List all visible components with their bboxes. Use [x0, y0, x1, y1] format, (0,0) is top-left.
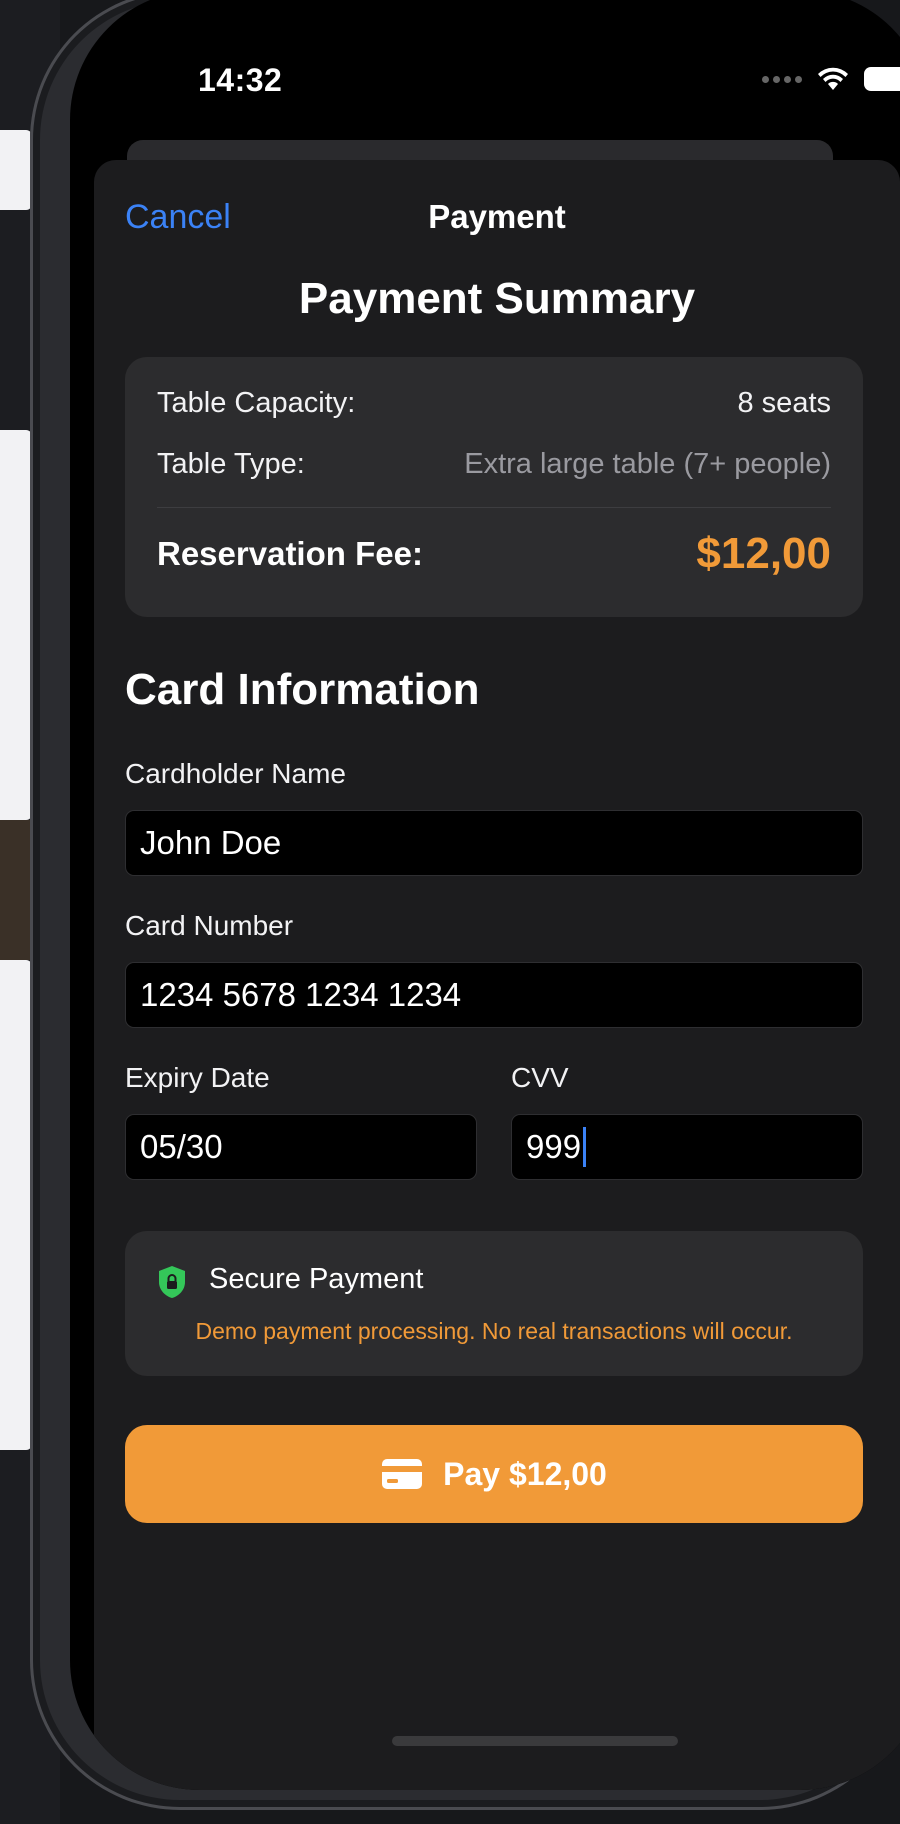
type-value: Extra large table (7+ people) — [464, 448, 831, 480]
card-number-input[interactable]: 1234 5678 1234 1234 — [125, 962, 863, 1028]
capacity-value: 8 seats — [737, 387, 832, 419]
divider — [157, 507, 831, 508]
fee-row: Reservation Fee: $12,00 — [157, 529, 831, 579]
fee-label: Reservation Fee: — [157, 535, 423, 572]
payment-sheet: Cancel Payment Payment Summary Table Cap… — [94, 160, 900, 1790]
background-card — [0, 130, 32, 210]
home-indicator[interactable] — [392, 1736, 678, 1746]
card-info-heading: Card Information — [125, 665, 480, 714]
nav-title: Payment — [428, 198, 566, 235]
summary-heading: Payment Summary — [298, 274, 696, 323]
secure-payment-card: Secure Payment Demo payment processing. … — [125, 1231, 863, 1376]
credit-card-icon — [382, 1459, 423, 1489]
capacity-row: Table Capacity: 8 seats — [157, 387, 831, 420]
signal-icon — [762, 75, 802, 83]
expiry-value: 05/30 — [140, 1128, 223, 1165]
capacity-label: Table Capacity: — [157, 387, 356, 419]
status-icons — [762, 66, 900, 92]
battery-icon — [864, 67, 900, 91]
pay-label: Pay $12,00 — [443, 1455, 607, 1492]
type-label: Table Type: — [157, 448, 305, 480]
cardholder-name-input[interactable]: John Doe — [125, 810, 863, 876]
holder-label: Cardholder Name — [125, 758, 346, 789]
type-row: Table Type: Extra large table (7+ people… — [157, 448, 831, 481]
background-card — [0, 960, 32, 1450]
cvv-input[interactable]: 999 — [511, 1114, 863, 1180]
background-image — [0, 820, 32, 960]
background-card — [0, 430, 32, 820]
pay-button[interactable]: Pay $12,00 — [125, 1425, 863, 1523]
secure-title: Secure Payment — [209, 1263, 424, 1295]
status-time: 14:32 — [198, 62, 283, 98]
holder-value: John Doe — [140, 824, 282, 861]
expiry-label: Expiry Date — [125, 1062, 270, 1093]
number-value: 1234 5678 1234 1234 — [140, 976, 462, 1013]
number-label: Card Number — [125, 910, 294, 941]
fee-value: $12,00 — [696, 529, 831, 578]
phone-screen: 14:32 Cancel Payment Payment Summary Tab… — [70, 0, 900, 1790]
cvv-value: 999 — [526, 1128, 582, 1165]
shield-lock-icon — [159, 1266, 185, 1298]
expiry-date-input[interactable]: 05/30 — [125, 1114, 477, 1180]
wifi-icon — [818, 67, 848, 90]
summary-card: Table Capacity: 8 seats Table Type: Extr… — [125, 357, 863, 617]
secure-note: Demo payment processing. No real transac… — [195, 1318, 793, 1344]
phone-frame: 14:32 Cancel Payment Payment Summary Tab… — [30, 0, 900, 1810]
cvv-label: CVV — [511, 1062, 569, 1093]
text-cursor — [583, 1127, 587, 1167]
